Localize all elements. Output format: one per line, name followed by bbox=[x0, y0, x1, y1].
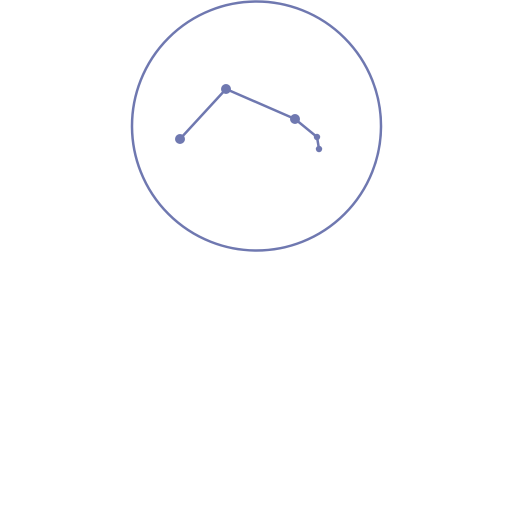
canvas bbox=[0, 0, 519, 528]
circle-frame bbox=[130, 0, 383, 252]
star-dot bbox=[290, 114, 300, 124]
constellation-icon bbox=[130, 0, 383, 252]
star-dot bbox=[313, 133, 321, 141]
star-dot bbox=[221, 84, 231, 94]
star-dot bbox=[315, 145, 323, 153]
star-dot bbox=[175, 134, 185, 144]
